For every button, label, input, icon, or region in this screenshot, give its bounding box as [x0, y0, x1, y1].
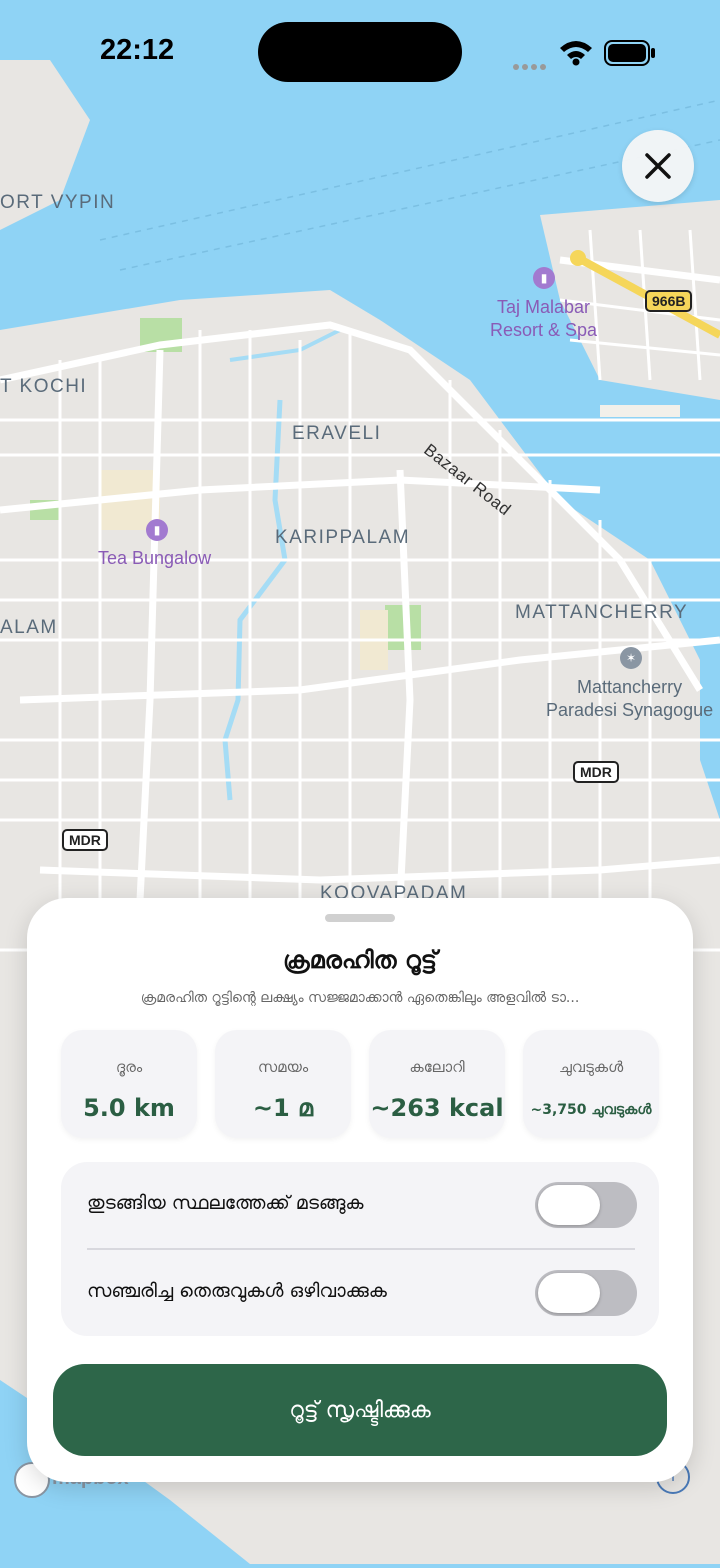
stat-time[interactable]: സമയം ~1 മ: [215, 1030, 351, 1138]
options-group: തുടങ്ങിയ സ്ഥലത്തേക്ക് മടങ്ങുക സഞ്ചരിച്ച …: [61, 1162, 659, 1336]
stat-label: ചുവടുകൾ: [558, 1058, 624, 1076]
map-label-mattancherry: MATTANCHERRY: [515, 602, 689, 623]
hotel-icon[interactable]: ▮: [533, 267, 555, 289]
stat-value: 5.0 km: [83, 1094, 175, 1122]
poi-tea-bungalow[interactable]: Tea Bungalow: [98, 547, 211, 570]
create-route-button[interactable]: റൂട്ട് സൃഷ്ടിക്കുക: [53, 1364, 667, 1456]
switch-knob: [538, 1185, 600, 1225]
close-icon: [645, 153, 671, 179]
map-label-alam: ALAM: [0, 617, 58, 638]
route-shield-mdr: MDR: [573, 761, 619, 783]
sheet-subtitle: ക്രമരഹിത റൂട്ടിന്റെ ലക്ഷ്യം സജ്ജമാക്കാൻ …: [140, 990, 580, 1006]
toggle-row-return-to-start[interactable]: തുടങ്ങിയ സ്ഥലത്തേക്ക് മടങ്ങുക: [61, 1162, 659, 1248]
stat-value: ~3,750 ചുവടുകൾ: [530, 1102, 652, 1118]
map-label-karippalam: KARIPPALAM: [275, 527, 411, 548]
status-time: 22:12: [100, 34, 175, 66]
map-label-eraveli: ERAVELI: [292, 423, 382, 444]
battery-icon: [604, 40, 656, 70]
map-label-fort-kochi: T KOCHI: [0, 376, 88, 397]
stat-label: ദൂരം: [115, 1058, 143, 1076]
route-shield-mdr: MDR: [62, 829, 108, 851]
route-shield-966b: 966B: [645, 290, 693, 312]
stats-row: ദൂരം 5.0 km സമയം ~1 മ കലോറി ~263 kcal ചു…: [61, 1030, 659, 1138]
sheet-grabber[interactable]: [325, 914, 395, 922]
map-label-fort-vypin: ORT VYPIN: [0, 192, 116, 213]
stat-label: കലോറി: [409, 1058, 465, 1076]
dynamic-island: [258, 22, 462, 82]
hotel-icon[interactable]: ▮: [146, 519, 168, 541]
stat-distance[interactable]: ദൂരം 5.0 km: [61, 1030, 197, 1138]
switch-knob: [538, 1273, 600, 1313]
poi-paradesi-synagogue[interactable]: Mattancherry Paradesi Synagogue: [546, 676, 713, 722]
avoid-visited-streets-switch[interactable]: [535, 1270, 637, 1316]
toggle-row-avoid-visited[interactable]: സഞ്ചരിച്ച തെരുവുകൾ ഒഴിവാക്കുക: [61, 1250, 659, 1336]
cellular-signal-icon: [512, 57, 548, 76]
stat-value: ~263 kcal: [370, 1094, 504, 1122]
wifi-icon: [558, 38, 594, 70]
stat-value: ~1 മ: [252, 1094, 314, 1122]
close-button[interactable]: [622, 130, 694, 202]
poi-taj-malabar[interactable]: Taj Malabar Resort & Spa: [490, 296, 597, 342]
return-to-start-switch[interactable]: [535, 1182, 637, 1228]
stat-label: സമയം: [257, 1058, 309, 1076]
stat-calories[interactable]: കലോറി ~263 kcal: [369, 1030, 505, 1138]
synagogue-icon[interactable]: ✶: [620, 647, 642, 669]
toggle-label: തുടങ്ങിയ സ്ഥലത്തേക്ക് മടങ്ങുക: [87, 1192, 364, 1214]
random-route-sheet: ക്രമരഹിത റൂട്ട് ക്രമരഹിത റൂട്ടിന്റെ ലക്ഷ…: [27, 898, 693, 1482]
stat-steps[interactable]: ചുവടുകൾ ~3,750 ചുവടുകൾ: [523, 1030, 659, 1138]
toggle-label: സഞ്ചരിച്ച തെരുവുകൾ ഒഴിവാക്കുക: [87, 1280, 387, 1302]
sheet-title: ക്രമരഹിത റൂട്ട്: [282, 946, 438, 974]
